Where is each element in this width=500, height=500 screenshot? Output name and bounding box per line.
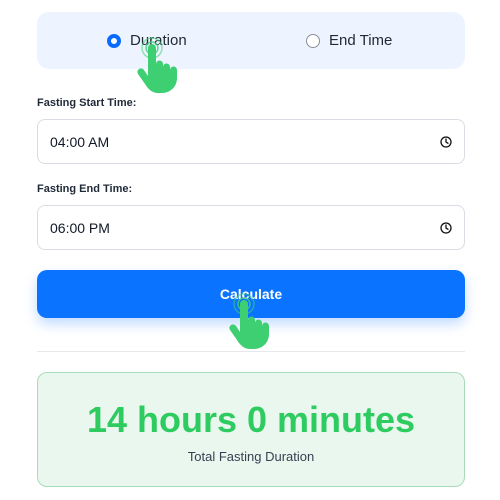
start-time-label: Fasting Start Time: [37, 97, 137, 109]
end-time-input[interactable]: 06:00 PM [37, 205, 465, 250]
start-time-input[interactable]: 04:00 AM [37, 119, 465, 164]
result-value: 14 hours 0 minutes [86, 399, 416, 440]
result-card: 14 hours 0 minutes Total Fasting Duratio… [37, 372, 465, 487]
clock-icon[interactable] [440, 135, 452, 148]
start-time-value[interactable]: 04:00 AM [50, 134, 440, 150]
end-time-value[interactable]: 06:00 PM [50, 220, 440, 236]
mode-toggle: Duration End Time [37, 12, 465, 69]
calculate-button-label: Calculate [219, 286, 283, 302]
radio-checked-icon[interactable] [107, 33, 121, 48]
radio-end-time[interactable]: End Time [306, 12, 392, 69]
radio-duration[interactable]: Duration [107, 12, 187, 69]
clock-icon[interactable] [440, 221, 452, 234]
radio-duration-label[interactable]: Duration [130, 32, 187, 49]
radio-unchecked-icon[interactable] [306, 33, 320, 48]
calculate-button[interactable]: Calculate [37, 270, 465, 318]
result-label: Total Fasting Duration [187, 449, 315, 464]
radio-end-time-label[interactable]: End Time [329, 32, 392, 49]
end-time-label: Fasting End Time: [37, 183, 133, 195]
divider [37, 351, 465, 352]
